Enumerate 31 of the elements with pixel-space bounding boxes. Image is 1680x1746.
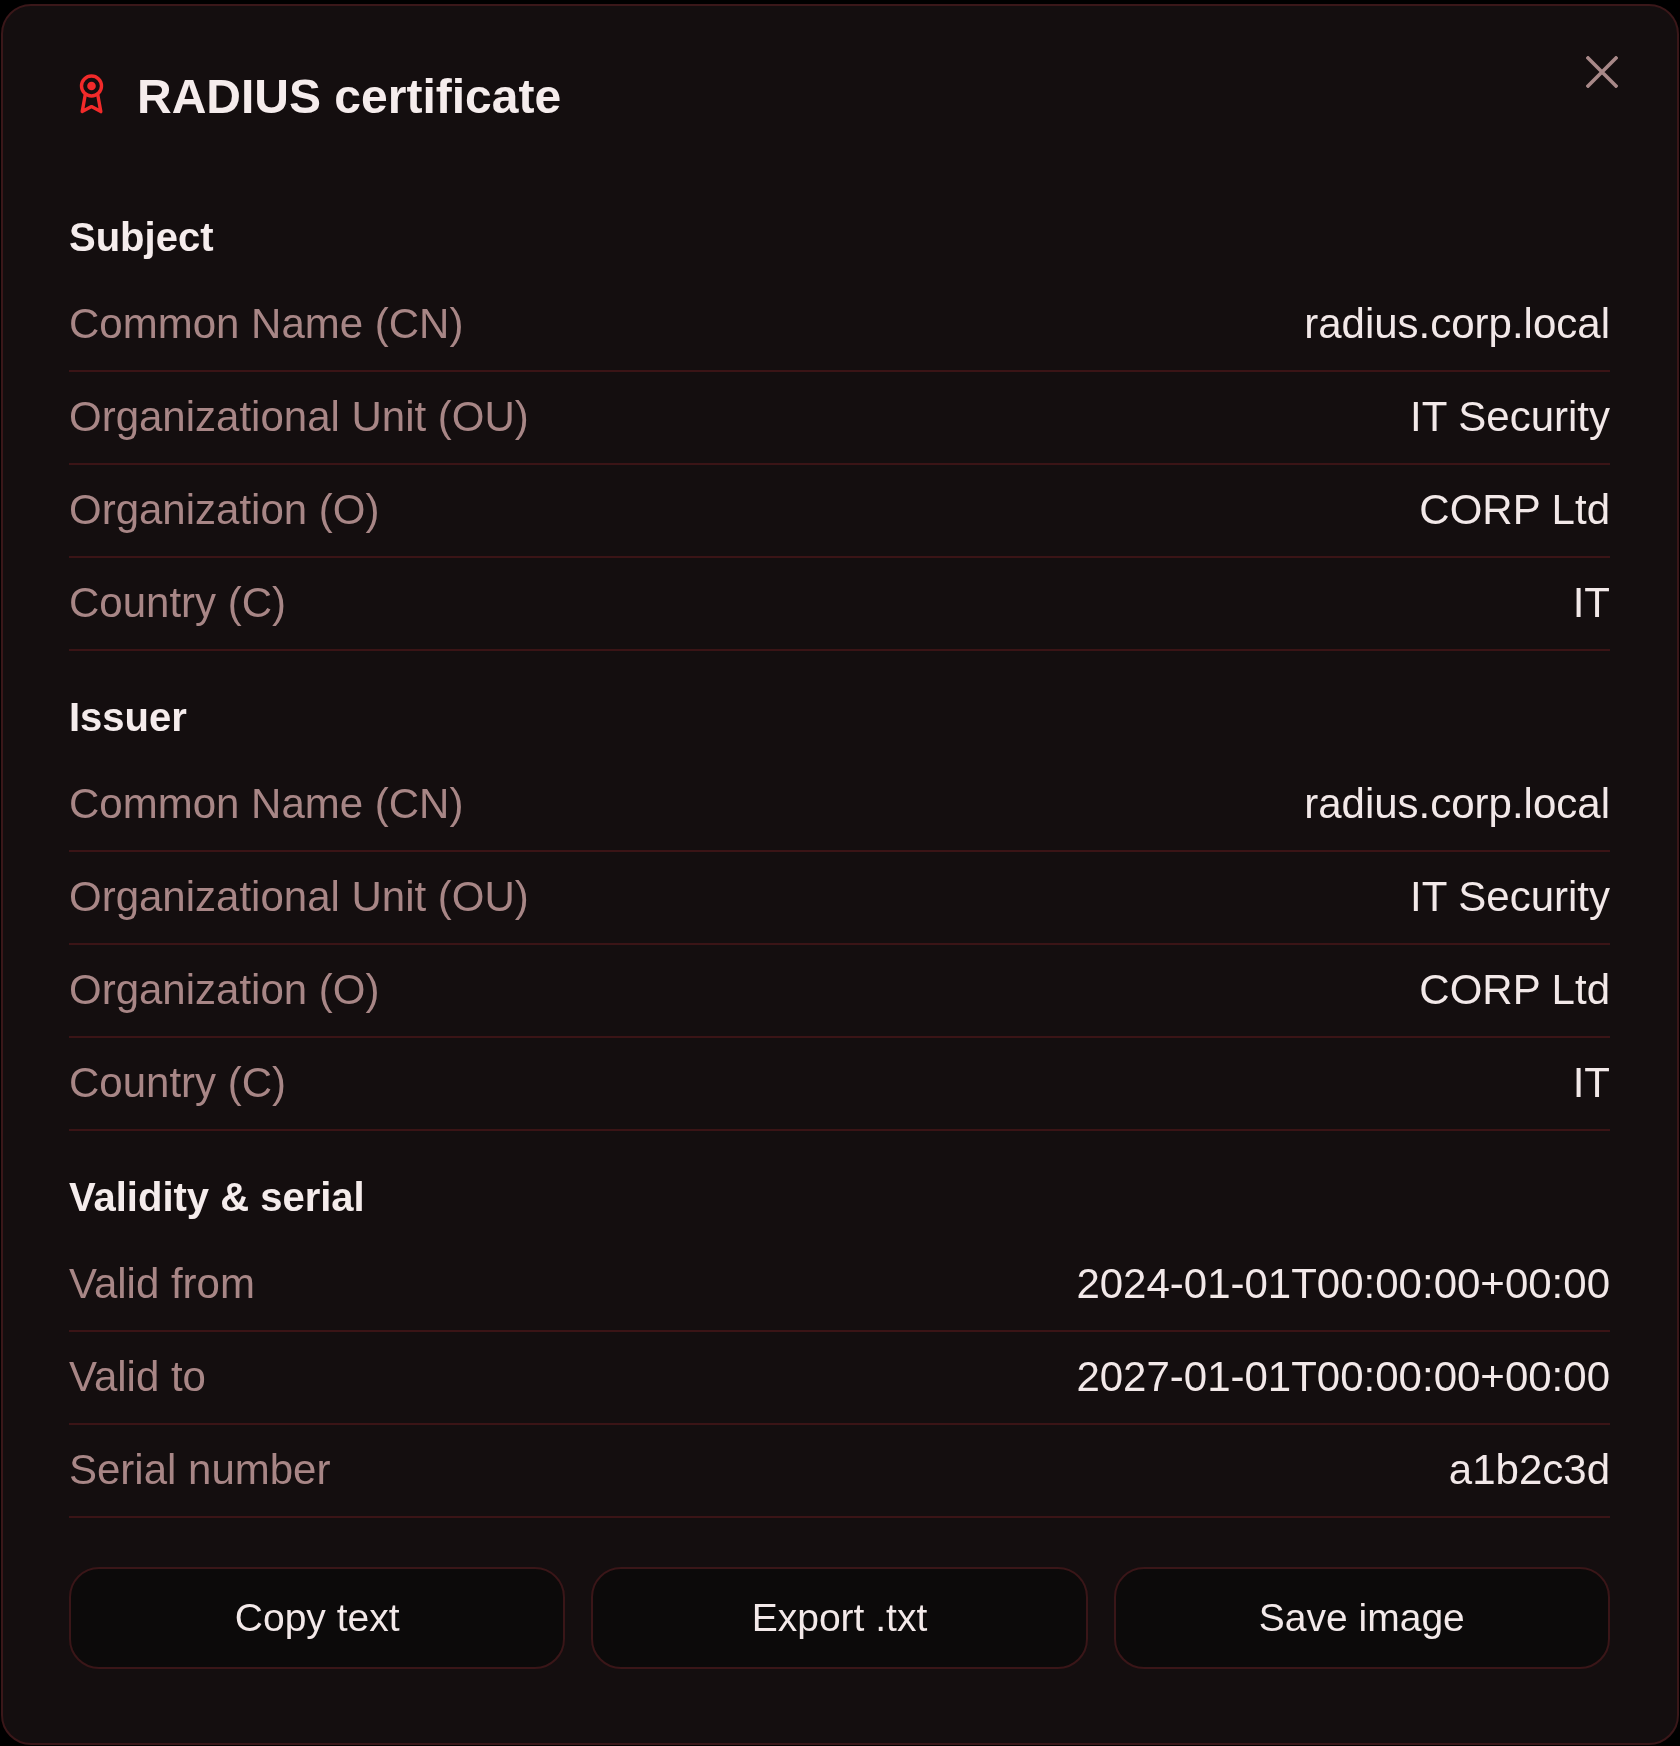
action-button[interactable]: Export .txt (591, 1567, 1088, 1669)
action-button[interactable]: Copy text (69, 1567, 566, 1669)
field-value: 2027-01-01T00:00:00+00:00 (1076, 1353, 1610, 1401)
medal-icon (78, 74, 105, 114)
field-label: Serial number (69, 1446, 331, 1494)
field-value: IT Security (1410, 873, 1610, 921)
field-value: CORP Ltd (1419, 966, 1610, 1014)
field-value: 2024-01-01T00:00:00+00:00 (1076, 1260, 1610, 1308)
field-label: Valid from (69, 1260, 255, 1308)
field-label: Country (C) (69, 579, 287, 627)
section-heading: Issuer (69, 694, 188, 740)
field-value: IT (1572, 579, 1610, 627)
field-value: CORP Ltd (1419, 486, 1610, 534)
field-value: radius.corp.local (1304, 300, 1610, 348)
field-label: Common Name (CN) (69, 300, 464, 348)
field-label: Organizational Unit (OU) (69, 393, 529, 441)
field-value: a1b2c3d (1448, 1446, 1610, 1494)
section-heading: Subject (69, 214, 215, 260)
field-label: Valid to (69, 1353, 206, 1401)
close-icon (1586, 56, 1618, 88)
field-label: Organization (O) (69, 486, 380, 534)
field-label: Common Name (CN) (69, 780, 464, 828)
field-value: radius.corp.local (1304, 780, 1610, 828)
section-heading: Validity & serial (69, 1174, 366, 1220)
action-button[interactable]: Save image (1113, 1567, 1610, 1669)
field-value: IT Security (1410, 393, 1610, 441)
field-label: Country (C) (69, 1059, 287, 1107)
dialog-title: RADIUS certificate (137, 69, 562, 125)
field-label: Organizational Unit (OU) (69, 873, 529, 921)
field-value: IT (1572, 1059, 1610, 1107)
field-label: Organization (O) (69, 966, 380, 1014)
